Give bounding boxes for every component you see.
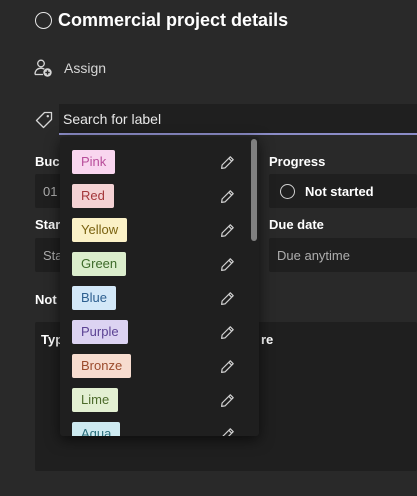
pencil-icon[interactable]: [220, 291, 235, 306]
label-option-bronze[interactable]: Bronze: [60, 349, 250, 383]
due-date-input[interactable]: Due anytime: [269, 238, 417, 272]
label-chip[interactable]: Aqua: [72, 422, 121, 436]
label-option-lime[interactable]: Lime: [60, 383, 250, 417]
tag-icon: [35, 111, 53, 129]
start-date-label: Star: [35, 217, 61, 232]
due-date-label: Due date: [269, 217, 324, 232]
label-chip[interactable]: Yellow: [72, 218, 128, 242]
bucket-value: 01: [43, 183, 58, 199]
pencil-icon[interactable]: [220, 325, 235, 340]
circle-icon: [280, 183, 295, 199]
assign-button[interactable]: Assign: [33, 58, 106, 78]
scrollbar-thumb[interactable]: [251, 139, 257, 241]
label-option-green[interactable]: Green: [60, 247, 250, 281]
task-title[interactable]: Commercial project details: [58, 10, 288, 31]
pencil-icon[interactable]: [220, 189, 235, 204]
label-option-red[interactable]: Red: [60, 179, 250, 213]
pencil-icon[interactable]: [220, 155, 235, 170]
label-option-aqua[interactable]: Aqua: [60, 417, 250, 436]
label-chip[interactable]: Pink: [72, 150, 116, 174]
label-search-input[interactable]: [59, 104, 417, 133]
assign-label: Assign: [64, 60, 107, 76]
pencil-icon[interactable]: [220, 257, 235, 272]
notes-placeholder-tail: re: [261, 332, 274, 347]
label-search-box[interactable]: [59, 104, 417, 135]
notes-label: Not: [35, 292, 57, 307]
label-option-blue[interactable]: Blue: [60, 281, 250, 315]
complete-task-checkbox[interactable]: [35, 12, 52, 29]
label-option-pink[interactable]: Pink: [60, 145, 250, 179]
pencil-icon[interactable]: [220, 393, 235, 408]
label-option-yellow[interactable]: Yellow: [60, 213, 250, 247]
pencil-icon[interactable]: [220, 223, 235, 238]
label-chip[interactable]: Red: [72, 184, 114, 208]
pencil-icon[interactable]: [220, 427, 235, 436]
due-date-value: Due anytime: [277, 247, 350, 263]
progress-select[interactable]: Not started: [269, 174, 417, 208]
progress-label: Progress: [269, 154, 326, 169]
title-row: Commercial project details: [35, 10, 288, 31]
add-person-icon: [34, 59, 52, 77]
label-chip[interactable]: Lime: [72, 388, 119, 412]
task-details-panel: Commercial project details Assign Buck 0…: [0, 0, 417, 496]
progress-value: Not started: [305, 183, 374, 199]
label-option-purple[interactable]: Purple: [60, 315, 250, 349]
label-chip[interactable]: Blue: [72, 286, 117, 310]
label-dropdown[interactable]: Pink Red Yellow Green Blue Purple Bronze Lime Aq…: [60, 137, 259, 436]
pencil-icon[interactable]: [220, 359, 235, 374]
label-chip[interactable]: Purple: [72, 320, 128, 344]
label-chip[interactable]: Bronze: [72, 354, 132, 378]
label-chip[interactable]: Green: [72, 252, 127, 276]
